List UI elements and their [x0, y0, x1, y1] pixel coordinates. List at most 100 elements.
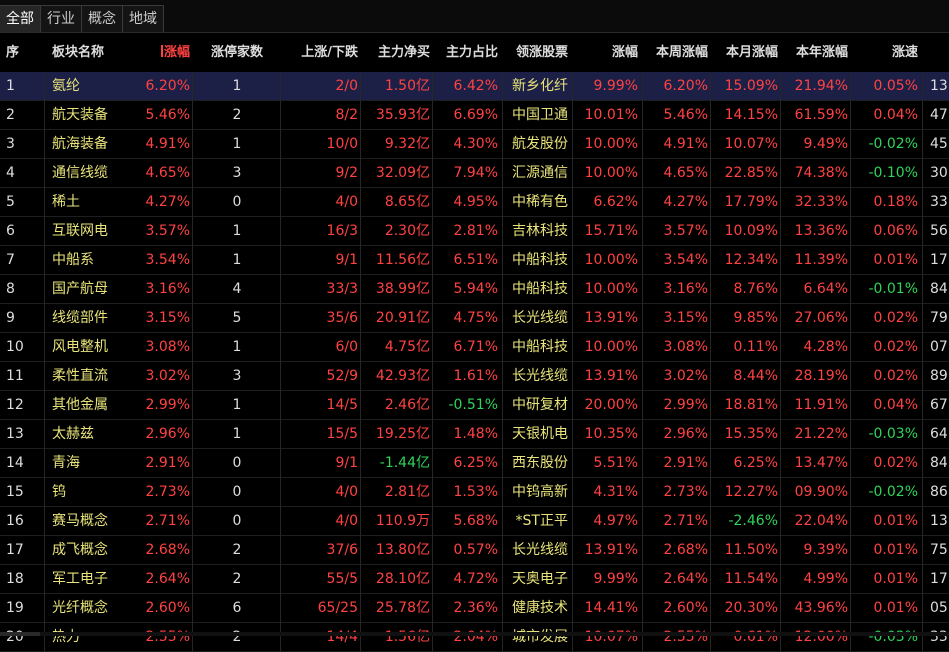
- table-row[interactable]: 4 通信线缆 4.65% 3 9/2 32.09亿 7.94% 汇源通信 10.00% 4.65%…: [0, 159, 949, 188]
- col-header-change[interactable]: 涨幅: [138, 35, 190, 71]
- main-net-buy: 2.46亿: [384, 397, 430, 413]
- main-ratio: 6.69%: [453, 107, 498, 123]
- table-row[interactable]: 19 光纤概念 2.60% 6 65/25 25.78亿 2.36% 健康技术 14.41% 2.…: [0, 594, 949, 623]
- table-row[interactable]: 18 军工电子 2.64% 2 55/5 28.10亿 4.72% 天奥电子 9.99% 2.64…: [0, 565, 949, 594]
- sector-change: 3.54%: [145, 252, 190, 268]
- overflow-cell: 47: [930, 107, 948, 123]
- tab-region[interactable]: 地域: [122, 5, 164, 32]
- tab-concept[interactable]: 概念: [81, 5, 123, 32]
- col-header-speed[interactable]: 涨速: [852, 35, 918, 71]
- year-change: 43.96%: [794, 600, 848, 616]
- month-change: 11.50%: [724, 542, 778, 558]
- col-header-year[interactable]: 本年涨幅: [782, 35, 848, 71]
- limit-up-count: 4: [232, 281, 242, 297]
- sector-change: 2.68%: [145, 542, 190, 558]
- leader-change: 14.41%: [584, 600, 638, 616]
- year-change: 4.28%: [803, 339, 848, 355]
- limit-up-count: 0: [232, 513, 242, 529]
- table-row[interactable]: 16 赛马概念 2.71% 0 4/0 110.9万 5.68% *ST正平 4.97% 2.71…: [0, 507, 949, 536]
- table-row[interactable]: 1 氨纶 6.20% 1 2/0 1.50亿 6.42% 新乡化纤 9.99% 6.20% 15.0…: [0, 72, 949, 101]
- main-ratio: 5.94%: [453, 281, 498, 297]
- leading-stock: 中船科技: [512, 339, 568, 355]
- col-header-index[interactable]: 序: [6, 35, 40, 71]
- up-down-count: 2/0: [335, 78, 358, 94]
- table-row[interactable]: 15 钨 2.73% 0 4/0 2.81亿 1.53% 中钨高新 4.31% 2.73% 12.2…: [0, 478, 949, 507]
- scrollbar-thumb[interactable]: [0, 632, 40, 636]
- year-change: 61.59%: [794, 107, 848, 123]
- year-change: 12.00%: [794, 629, 848, 645]
- tab-all[interactable]: 全部: [0, 5, 41, 32]
- col-header-limit-up[interactable]: 涨停家数: [196, 35, 278, 71]
- overflow-cell: 33: [930, 629, 948, 645]
- column-divider: [850, 72, 851, 652]
- horizontal-scrollbar[interactable]: [0, 632, 949, 636]
- col-header-ratio[interactable]: 主力占比: [434, 35, 498, 71]
- col-header-name[interactable]: 板块名称: [52, 35, 136, 71]
- col-header-leader[interactable]: 领涨股票: [506, 35, 568, 71]
- up-down-count: 4/0: [335, 484, 358, 500]
- speed: 0.02%: [873, 310, 918, 326]
- sector-change: 2.60%: [145, 600, 190, 616]
- speed: -0.10%: [868, 165, 918, 181]
- year-change: 21.22%: [794, 426, 848, 442]
- table-row[interactable]: 3 航海装备 4.91% 1 10/0 9.32亿 4.30% 航发股份 10.00% 4.91%…: [0, 130, 949, 159]
- col-header-month[interactable]: 本月涨幅: [712, 35, 778, 71]
- speed: -0.03%: [868, 629, 918, 645]
- leader-change: 9.99%: [593, 571, 638, 587]
- tab-industry[interactable]: 行业: [40, 5, 82, 32]
- table-row[interactable]: 5 稀土 4.27% 0 4/0 8.65亿 4.95% 中稀有色 6.62% 4.27% 17.7…: [0, 188, 949, 217]
- table-row[interactable]: 7 中船系 3.54% 1 9/1 11.56亿 6.51% 中船科技 10.00% 3.54% 1…: [0, 246, 949, 275]
- table-row[interactable]: 12 其他金属 2.99% 1 14/5 2.46亿 -0.51% 中研复材 20.00% 2.9…: [0, 391, 949, 420]
- table-row[interactable]: 20 热力 2.55% 2 14/4 1.56亿 2.04% 城市发展 10.07% 2.55% 0…: [0, 623, 949, 652]
- week-change: 3.57%: [663, 223, 708, 239]
- main-ratio: 4.75%: [453, 310, 498, 326]
- sector-name: 稀土: [52, 194, 80, 210]
- table-row[interactable]: 14 青海 2.91% 0 9/1 -1.44亿 6.25% 西东股份 5.51% 2.91% 6.…: [0, 449, 949, 478]
- limit-up-count: 0: [232, 484, 242, 500]
- table-row[interactable]: 9 线缆部件 3.15% 5 35/6 20.91亿 4.75% 长光线缆 13.91% 3.15…: [0, 304, 949, 333]
- month-change: 9.85%: [733, 310, 778, 326]
- sector-change: 6.20%: [145, 78, 190, 94]
- leading-stock: 中船科技: [512, 252, 568, 268]
- up-down-count: 9/1: [335, 455, 358, 471]
- year-change: 21.94%: [794, 78, 848, 94]
- table-row[interactable]: 10 风电整机 3.08% 1 6/0 4.75亿 6.71% 中船科技 10.00% 3.08%…: [0, 333, 949, 362]
- speed: 0.05%: [873, 78, 918, 94]
- limit-up-count: 2: [232, 571, 242, 587]
- table-row[interactable]: 17 成飞概念 2.68% 2 37/6 13.80亿 0.57% 长光线缆 13.91% 2.6…: [0, 536, 949, 565]
- row-index: 18: [6, 571, 24, 587]
- leader-change: 6.62%: [593, 194, 638, 210]
- sector-name: 线缆部件: [52, 310, 108, 326]
- speed: 0.01%: [873, 600, 918, 616]
- leading-stock: 中稀有色: [512, 194, 568, 210]
- sector-change: 4.27%: [145, 194, 190, 210]
- table-row[interactable]: 11 柔性直流 3.02% 3 52/9 42.93亿 1.61% 长光线缆 13.91% 3.0…: [0, 362, 949, 391]
- main-net-buy: 38.99亿: [375, 281, 430, 297]
- table-row[interactable]: 6 互联网电 3.57% 1 16/3 2.30亿 2.81% 吉林科技 15.71% 3.57%…: [0, 217, 949, 246]
- month-change: 8.76%: [733, 281, 778, 297]
- column-divider: [360, 72, 361, 652]
- speed: -0.03%: [868, 426, 918, 442]
- leader-change: 13.91%: [584, 368, 638, 384]
- leader-change: 15.71%: [584, 223, 638, 239]
- leading-stock: 西东股份: [512, 455, 568, 471]
- table-row[interactable]: 8 国产航母 3.16% 4 33/3 38.99亿 5.94% 中船科技 10.00% 3.16…: [0, 275, 949, 304]
- sector-change: 2.99%: [145, 397, 190, 413]
- year-change: 9.49%: [803, 136, 848, 152]
- leader-change: 5.51%: [593, 455, 638, 471]
- col-header-leader-change[interactable]: 涨幅: [574, 35, 638, 71]
- col-header-up-down[interactable]: 上涨/下跌: [282, 35, 358, 71]
- col-header-week[interactable]: 本周涨幅: [644, 35, 708, 71]
- up-down-count: 52/9: [326, 368, 358, 384]
- leader-change: 4.31%: [593, 484, 638, 500]
- table-row[interactable]: 2 航天装备 5.46% 2 8/2 35.93亿 6.69% 中国卫通 10.01% 5.46%…: [0, 101, 949, 130]
- col-header-net-buy[interactable]: 主力净买: [362, 35, 430, 71]
- row-index: 9: [6, 310, 15, 326]
- column-divider: [44, 72, 45, 652]
- year-change: 22.04%: [794, 513, 848, 529]
- leading-stock: 长光线缆: [512, 310, 568, 326]
- sector-change: 2.55%: [145, 629, 190, 645]
- leading-stock: 中国卫通: [512, 107, 568, 123]
- table-row[interactable]: 13 太赫兹 2.96% 1 15/5 19.25亿 1.48% 天银机电 10.35% 2.96…: [0, 420, 949, 449]
- sector-name: 航天装备: [52, 107, 108, 123]
